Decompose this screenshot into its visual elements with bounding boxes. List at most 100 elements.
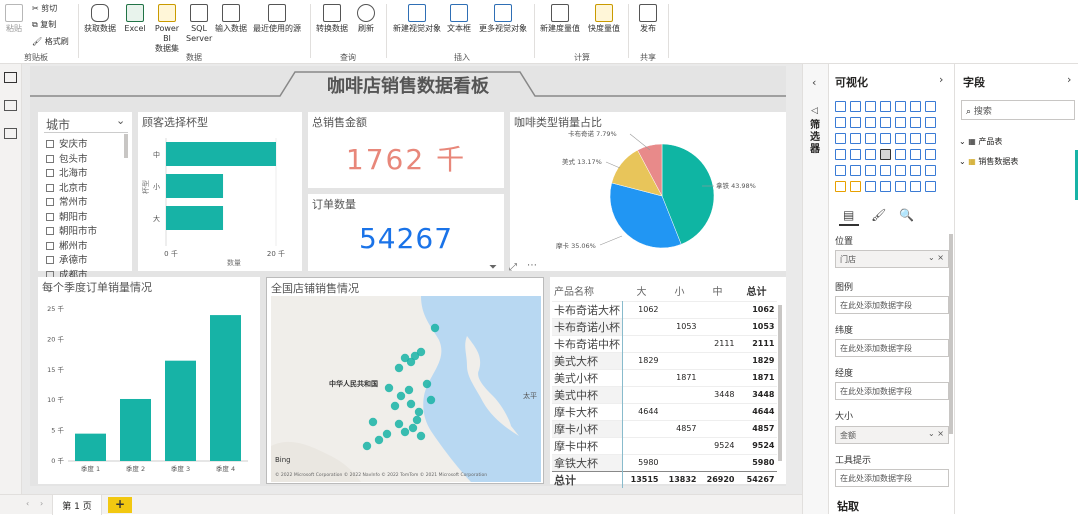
visual-type-icon[interactable] bbox=[895, 133, 906, 144]
store-marker[interactable] bbox=[362, 441, 372, 451]
more-options-icon[interactable]: ⋯ bbox=[527, 260, 537, 271]
checkbox[interactable] bbox=[46, 140, 54, 148]
visual-type-icon[interactable] bbox=[910, 101, 921, 112]
table-row[interactable]: 卡布奇诺中杯 2111 2111 bbox=[552, 335, 777, 352]
visual-type-icon[interactable] bbox=[910, 133, 921, 144]
visual-type-icon[interactable] bbox=[880, 101, 891, 112]
fields-tab-icon[interactable]: ▤ bbox=[843, 208, 854, 222]
new-visual-button[interactable]: 新建视觉对象 bbox=[390, 4, 444, 34]
visual-type-icon[interactable] bbox=[850, 133, 861, 144]
bar[interactable] bbox=[165, 360, 196, 461]
visual-type-icon[interactable] bbox=[895, 117, 906, 128]
recent-sources-button[interactable]: 最近使用的源 bbox=[250, 4, 304, 34]
store-marker[interactable] bbox=[382, 429, 392, 439]
store-marker[interactable] bbox=[390, 401, 400, 411]
slicer-item[interactable]: 承德市 bbox=[46, 252, 122, 267]
quarter-orders-chart[interactable]: 每个季度订单销量情况 25 千 20 千 15 千 10 千5 千0 千季度 1 季度 … bbox=[38, 277, 260, 484]
city-slicer[interactable]: 城市 ⌄ 安庆市 包头市 北海市 北京市 常州市 朝阳市 朝阳市市 郴州市 承德市 成都市 bbox=[38, 112, 132, 281]
scrollbar[interactable] bbox=[124, 134, 128, 158]
checkbox[interactable] bbox=[46, 227, 54, 235]
bar[interactable] bbox=[166, 206, 224, 230]
store-marker[interactable] bbox=[416, 431, 426, 441]
visual-type-icon[interactable] bbox=[925, 133, 936, 144]
bar[interactable] bbox=[120, 398, 151, 461]
visual-type-icon[interactable] bbox=[835, 133, 846, 144]
visual-type-icon[interactable] bbox=[925, 101, 936, 112]
table-row[interactable]: 卡布奇诺大杯 1062 1062 bbox=[552, 301, 777, 318]
model-view-icon[interactable] bbox=[4, 128, 17, 139]
slicer-item[interactable]: 朝阳市市 bbox=[46, 223, 122, 238]
collapse-icon[interactable]: › bbox=[939, 73, 943, 86]
prev-page-icon[interactable]: ‹ bbox=[26, 499, 29, 508]
visual-type-icon[interactable] bbox=[925, 149, 936, 160]
format-tab-icon[interactable]: 🖌 bbox=[871, 208, 886, 222]
visual-type-icon[interactable] bbox=[835, 101, 846, 112]
visual-type-icon[interactable] bbox=[850, 117, 861, 128]
store-marker[interactable] bbox=[410, 351, 420, 361]
visual-type-icon[interactable] bbox=[895, 149, 906, 160]
slicer-item[interactable]: 包头市 bbox=[46, 151, 122, 166]
visual-type-icon[interactable] bbox=[880, 133, 891, 144]
powerbi-dataset-button[interactable]: Power BI 数据集 bbox=[150, 4, 184, 54]
table-row[interactable]: 摩卡大杯 4644 4644 bbox=[552, 403, 777, 420]
new-measure-button[interactable]: 新建度量值 bbox=[538, 4, 582, 34]
publish-button[interactable]: 发布 bbox=[634, 4, 662, 34]
order-count-card[interactable]: 订单数量 54267 bbox=[308, 194, 504, 271]
visual-type-icon[interactable] bbox=[910, 165, 921, 176]
store-marker[interactable] bbox=[426, 395, 436, 405]
format-painter-button[interactable]: 🖌 格式刷 bbox=[32, 36, 69, 47]
longitude-field-well[interactable]: 在此处添加数据字段 bbox=[835, 382, 949, 400]
matrix-header-cell[interactable]: 产品名称 bbox=[552, 281, 623, 301]
store-marker[interactable] bbox=[394, 419, 404, 429]
checkbox[interactable] bbox=[46, 183, 54, 192]
table-row[interactable]: 美式小杯 1871 1871 bbox=[552, 369, 777, 386]
visual-type-icon[interactable] bbox=[865, 101, 876, 112]
visual-type-icon[interactable] bbox=[850, 181, 861, 192]
checkbox[interactable] bbox=[46, 198, 54, 206]
paste-button[interactable]: 粘贴 bbox=[4, 4, 24, 34]
search-input[interactable]: ⌕ 搜索 bbox=[961, 100, 1075, 120]
slicer-item[interactable]: 朝阳市 bbox=[46, 209, 122, 224]
sql-server-button[interactable]: SQL Server bbox=[186, 4, 212, 44]
table-row[interactable]: 美式中杯 3448 3448 bbox=[552, 386, 777, 403]
table-row[interactable]: 摩卡中杯 9524 9524 bbox=[552, 437, 777, 454]
visual-type-icon[interactable] bbox=[835, 117, 846, 128]
table-row[interactable]: 美式大杯 1829 1829 bbox=[552, 352, 777, 369]
table-row[interactable]: 拿铁大杯 5980 5980 bbox=[552, 454, 777, 471]
slicer-item[interactable]: 常州市 bbox=[46, 194, 122, 209]
size-field-well[interactable]: 金额 ⌄ × bbox=[835, 426, 949, 444]
visual-type-icon[interactable] bbox=[910, 149, 921, 160]
store-marker[interactable] bbox=[400, 427, 410, 437]
visual-type-icon[interactable] bbox=[925, 181, 936, 192]
visual-type-icon[interactable] bbox=[925, 165, 936, 176]
matrix-header-cell[interactable]: 总计 bbox=[737, 281, 777, 301]
checkbox[interactable] bbox=[46, 169, 54, 177]
checkbox[interactable] bbox=[46, 154, 54, 163]
checkbox[interactable] bbox=[46, 212, 54, 221]
visual-type-icon[interactable] bbox=[895, 101, 906, 112]
visual-type-icon[interactable] bbox=[835, 149, 846, 160]
more-visuals-button[interactable]: 更多视觉对象 bbox=[476, 4, 530, 34]
visual-type-icon[interactable] bbox=[835, 165, 846, 176]
matrix-total-row[interactable]: 总计 13515 13832 26920 54267 bbox=[552, 471, 777, 488]
copy-button[interactable]: ⧉ 复制 bbox=[32, 19, 56, 30]
store-marker[interactable] bbox=[412, 415, 422, 425]
data-view-icon[interactable] bbox=[4, 100, 17, 111]
next-page-icon[interactable]: › bbox=[40, 499, 43, 508]
visual-type-icon[interactable] bbox=[910, 181, 921, 192]
store-marker[interactable] bbox=[404, 385, 414, 395]
visual-type-icon[interactable] bbox=[925, 117, 936, 128]
expand-icon[interactable]: ‹ bbox=[812, 76, 816, 89]
store-marker[interactable] bbox=[368, 417, 378, 427]
cup-type-chart[interactable]: 顾客选择杯型 杯型 数量 中小大0 千 20 千 bbox=[138, 112, 302, 271]
visual-type-icon[interactable] bbox=[850, 101, 861, 112]
text-box-button[interactable]: 文本框 bbox=[444, 4, 474, 34]
visual-type-icon[interactable] bbox=[880, 165, 891, 176]
latitude-field-well[interactable]: 在此处添加数据字段 bbox=[835, 339, 949, 357]
matrix-header-cell[interactable]: 小 bbox=[661, 281, 699, 301]
legend-field-well[interactable]: 在此处添加数据字段 bbox=[835, 296, 949, 314]
product-matrix[interactable]: 产品名称大小中总计 卡布奇诺大杯 1062 1062 卡布奇诺小杯 1053 1053 卡布… bbox=[550, 277, 786, 488]
scrollbar[interactable] bbox=[949, 234, 953, 434]
store-marker[interactable] bbox=[396, 391, 406, 401]
visual-type-icon[interactable] bbox=[865, 117, 876, 128]
